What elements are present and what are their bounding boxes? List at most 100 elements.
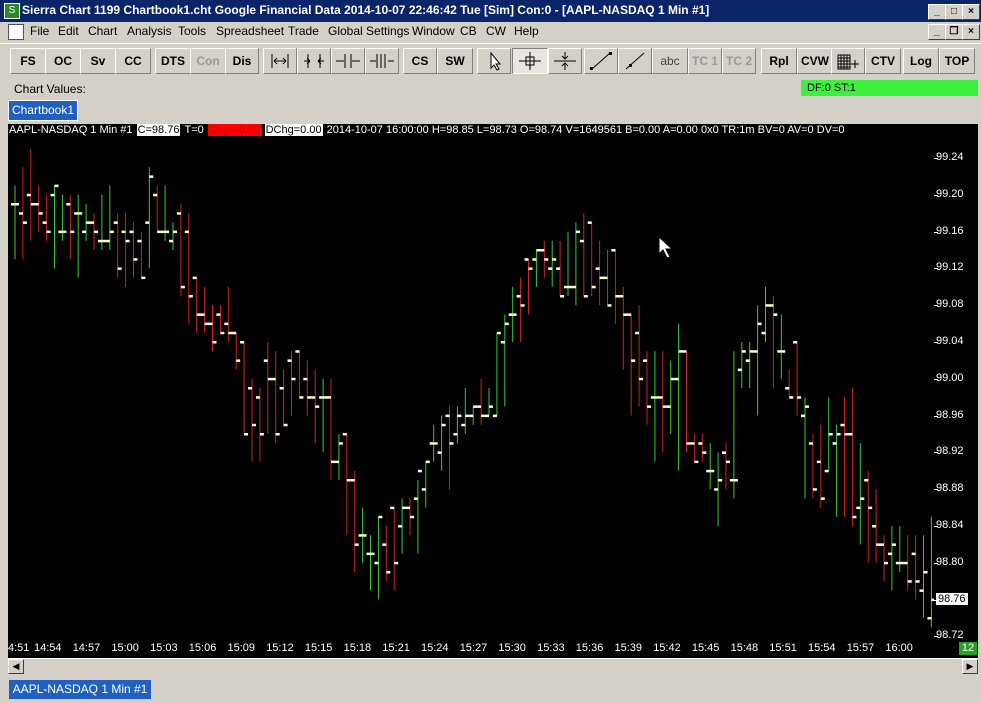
ohlc-bar bbox=[745, 342, 754, 388]
bar-open-tick bbox=[690, 442, 695, 445]
ohlc-bar bbox=[832, 424, 841, 517]
tc1-button[interactable]: TC 1 bbox=[688, 48, 722, 74]
horizontal-scrollbar[interactable]: ◀ ▶ bbox=[8, 658, 978, 675]
bar-open-tick bbox=[816, 460, 821, 464]
close-button[interactable]: × bbox=[962, 4, 980, 20]
con-button[interactable]: Con bbox=[190, 48, 226, 74]
crosshair-icon[interactable] bbox=[512, 48, 548, 74]
bar-close-tick bbox=[560, 295, 565, 298]
bar-open-tick bbox=[232, 331, 237, 335]
dts-button[interactable]: DTS bbox=[155, 48, 191, 74]
bar-close-tick bbox=[852, 515, 857, 519]
ohlc-bar bbox=[429, 424, 438, 462]
minimize-button[interactable]: _ bbox=[928, 4, 946, 20]
bar-open-tick bbox=[42, 221, 47, 224]
text-tool-button[interactable]: abc bbox=[652, 48, 688, 74]
menu-chart[interactable]: Chart bbox=[88, 24, 117, 38]
bar-close-tick bbox=[876, 543, 881, 546]
bar-close-tick bbox=[141, 276, 146, 280]
df-st-indicator: DF:0 ST:1 bbox=[801, 80, 978, 96]
cs-button[interactable]: CS bbox=[403, 48, 437, 74]
top-button[interactable]: TOP bbox=[939, 48, 975, 74]
bar-close-tick bbox=[244, 433, 249, 436]
dis-button[interactable]: Dis bbox=[225, 48, 259, 74]
menu-cw[interactable]: CW bbox=[486, 24, 506, 38]
rpl-button[interactable]: Rpl bbox=[761, 48, 797, 74]
scroll-left-button[interactable]: ◀ bbox=[8, 659, 24, 674]
bar-close-tick bbox=[536, 249, 541, 252]
document-icon[interactable] bbox=[8, 24, 24, 40]
chart-window-tab[interactable]: AAPL-NASDAQ 1 Min #1 bbox=[9, 680, 151, 699]
time-tick-label: 15:57 bbox=[846, 642, 875, 654]
ohlc-bar bbox=[587, 221, 596, 296]
ohlc-bar bbox=[872, 489, 881, 563]
menu-tools[interactable]: Tools bbox=[178, 24, 206, 38]
bar-open-tick bbox=[18, 212, 23, 215]
ohlc-bar bbox=[808, 434, 817, 499]
bar-close-tick bbox=[489, 405, 493, 408]
menu-edit[interactable]: Edit bbox=[58, 24, 79, 38]
time-axis[interactable]: 12 4:51 14:54 14:57 15:00 15:03 15:06 15:09 15:… bbox=[8, 639, 978, 658]
ohlc-bar bbox=[192, 276, 201, 333]
ohlc-bar bbox=[753, 305, 762, 416]
bar-close-tick bbox=[868, 506, 873, 510]
scroll-right-button[interactable]: ▶ bbox=[962, 659, 978, 674]
bar-open-tick bbox=[911, 552, 916, 556]
bar-spacing-in-icon[interactable] bbox=[331, 48, 365, 74]
mdi-restore-button[interactable]: ❐ bbox=[945, 24, 963, 40]
bar-open-tick bbox=[832, 442, 837, 445]
ohlc-bar bbox=[793, 341, 802, 416]
sv-button[interactable]: Sv bbox=[80, 48, 116, 74]
bar-close-tick bbox=[520, 304, 525, 307]
bar-open-tick bbox=[564, 285, 568, 289]
line-tool-icon[interactable] bbox=[584, 48, 618, 74]
scale-fit-icon[interactable] bbox=[297, 48, 331, 74]
bar-close-tick bbox=[101, 239, 106, 243]
bar-open-tick bbox=[413, 497, 418, 500]
bar-close-tick bbox=[78, 212, 83, 215]
ohlc-bar bbox=[564, 231, 572, 296]
price-tick-label: 99.04 bbox=[936, 335, 964, 347]
ohlc-bar bbox=[295, 350, 304, 399]
bar-close-tick bbox=[370, 552, 375, 556]
menu-window[interactable]: Window bbox=[412, 24, 455, 38]
oc-button[interactable]: OC bbox=[45, 48, 81, 74]
fs-button[interactable]: FS bbox=[10, 48, 46, 74]
menu-analysis[interactable]: Analysis bbox=[127, 24, 172, 38]
menu-trade[interactable]: Trade bbox=[288, 24, 319, 38]
value-tool-icon[interactable] bbox=[548, 48, 582, 74]
bar-open-tick bbox=[603, 276, 608, 280]
tpo-grid-icon[interactable] bbox=[831, 48, 865, 74]
time-tick-label: 14:54 bbox=[34, 642, 62, 654]
menu-spreadsheet[interactable]: Spreadsheet bbox=[216, 24, 284, 38]
time-tick-label: 15:21 bbox=[382, 642, 410, 654]
bar-close-tick bbox=[733, 479, 738, 482]
bar-close-tick bbox=[228, 331, 233, 335]
ctv-button[interactable]: CTV bbox=[865, 48, 901, 74]
scale-expand-icon[interactable] bbox=[263, 48, 297, 74]
menu-global-settings[interactable]: Global Settings bbox=[328, 24, 409, 38]
mdi-close-button[interactable]: × bbox=[962, 24, 980, 40]
price-axis[interactable]: 99.24 99.20 99.16 99.12 99.08 99.04 99.00 98.96… bbox=[934, 124, 978, 641]
sw-button[interactable]: SW bbox=[437, 48, 473, 74]
ohlc-bar bbox=[469, 405, 478, 425]
tc2-button[interactable]: TC 2 bbox=[722, 48, 756, 74]
cvw-button[interactable]: CVW bbox=[797, 48, 833, 74]
chart-area[interactable]: AAPL-NASDAQ 1 Min #1 C=98.76 T=0 Chg=-0.… bbox=[8, 124, 934, 639]
bar-close-tick bbox=[133, 258, 138, 261]
tab-chartbook1[interactable]: Chartbook1 bbox=[8, 100, 78, 121]
bar-spacing-out-icon[interactable] bbox=[365, 48, 399, 74]
window-title: Sierra Chart 1199 Chartbook1.cht Google … bbox=[22, 3, 710, 17]
ray-tool-icon[interactable] bbox=[618, 48, 652, 74]
pointer-icon[interactable] bbox=[477, 48, 511, 74]
bar-open-tick bbox=[295, 350, 300, 353]
maximize-button[interactable]: □ bbox=[945, 4, 963, 20]
menu-help[interactable]: Help bbox=[514, 24, 539, 38]
cc-button[interactable]: CC bbox=[115, 48, 151, 74]
log-button[interactable]: Log bbox=[903, 48, 939, 74]
mdi-minimize-button[interactable]: _ bbox=[928, 24, 946, 40]
menu-cb[interactable]: CB bbox=[460, 24, 477, 38]
bar-close-tick bbox=[402, 506, 407, 510]
menu-file[interactable]: File bbox=[30, 24, 49, 38]
ohlc-bar bbox=[421, 460, 430, 508]
